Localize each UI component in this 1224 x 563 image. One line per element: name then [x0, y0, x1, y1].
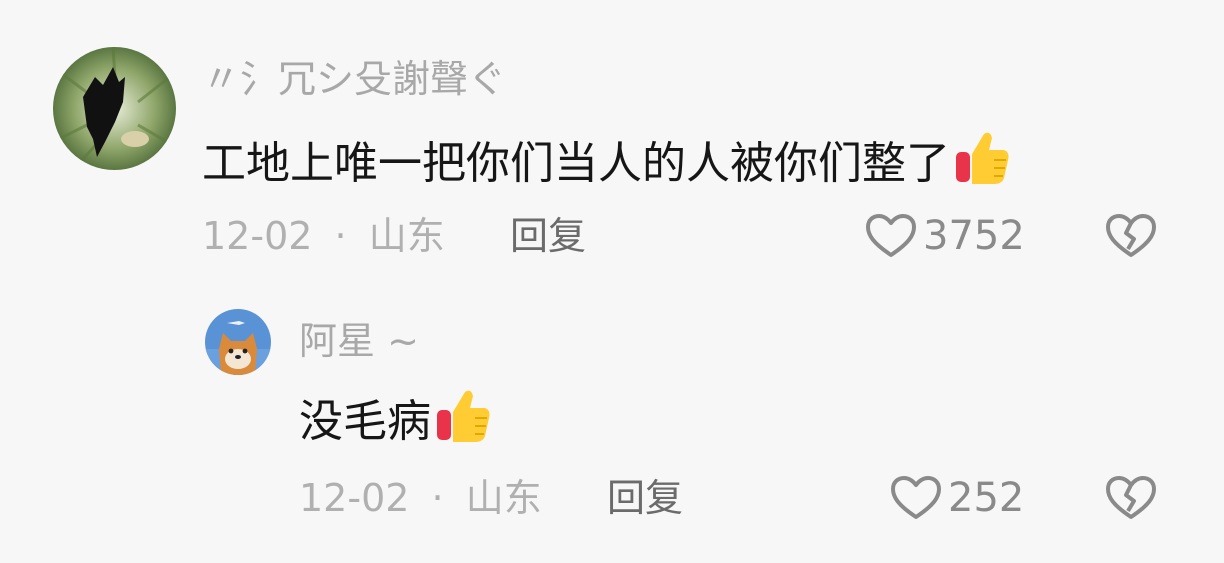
- comment-2-location: 山东: [465, 476, 542, 520]
- comment-1-dislike-button[interactable]: [1105, 213, 1157, 259]
- comment-2-reply-button[interactable]: 回复: [607, 475, 683, 521]
- comment-1-reply-button[interactable]: 回复: [510, 213, 586, 259]
- comment-2-date: 12-02: [299, 476, 410, 520]
- thumbs-up-emoji-icon: [954, 128, 1012, 200]
- thumbs-up-emoji-icon: [435, 386, 493, 458]
- comment-2-meta: 12-02 · 山东: [299, 475, 542, 521]
- comment-1-like-count: 3752: [923, 213, 1025, 259]
- comment-1-text: 工地上唯一把你们当人的人被你们整了: [202, 128, 1012, 200]
- comment-2-username[interactable]: 阿星 ~: [299, 318, 419, 364]
- meta-separator: ·: [431, 476, 444, 520]
- comment-2-like-count: 252: [948, 475, 1025, 521]
- avatar-dog-black[interactable]: [53, 47, 176, 170]
- heart-outline-icon: [890, 475, 948, 521]
- comment-1-username[interactable]: 〃氵冗シ殳謝聲ぐ: [202, 56, 506, 102]
- comment-1-meta: 12-02 · 山东: [202, 213, 445, 259]
- comment-2-dislike-button[interactable]: [1105, 475, 1157, 521]
- comment-1-like-button[interactable]: 3752: [865, 213, 1025, 259]
- comment-1-text-body: 工地上唯一把你们当人的人被你们整了: [202, 138, 950, 189]
- comment-2-text: 没毛病: [299, 386, 493, 458]
- comment-2-text-body: 没毛病: [299, 396, 431, 447]
- broken-heart-icon: [1105, 475, 1157, 521]
- broken-heart-icon: [1105, 213, 1157, 259]
- comment-1-location: 山东: [368, 214, 445, 258]
- heart-outline-icon: [865, 213, 923, 259]
- comment-1-date: 12-02: [202, 214, 313, 258]
- comment-2-like-button[interactable]: 252: [890, 475, 1024, 521]
- avatar-shiba[interactable]: [205, 309, 271, 375]
- meta-separator: ·: [334, 214, 347, 258]
